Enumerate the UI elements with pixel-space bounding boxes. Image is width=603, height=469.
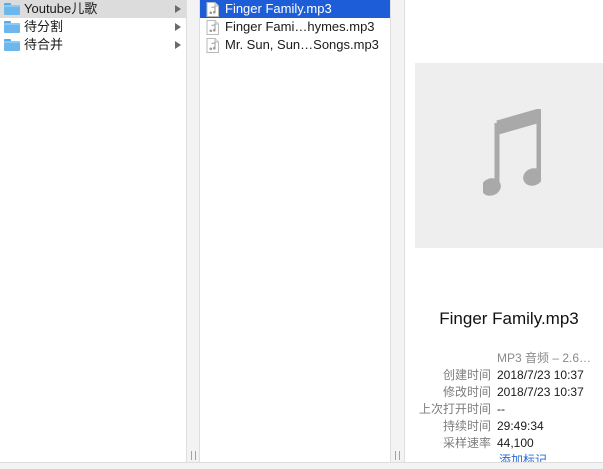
- chevron-right-icon: [173, 18, 183, 36]
- chevron-right-icon: [173, 0, 183, 18]
- finder-column-browser: Youtube儿歌 待分割 待合并 || Finger Family.mp3 F…: [0, 0, 603, 469]
- info-value: 2018/7/23 10:37: [497, 385, 584, 399]
- folder-item-split[interactable]: 待分割: [0, 18, 186, 36]
- info-row-modified: 修改时间 2018/7/23 10:37: [405, 384, 603, 401]
- info-row-duration: 持续时间 29:49:34: [405, 418, 603, 435]
- file-info: MP3 音频 – 2.6… 创建时间 2018/7/23 10:37 修改时间 …: [405, 350, 603, 463]
- file-item-mr-sun[interactable]: Mr. Sun, Sun…Songs.mp3: [200, 36, 390, 54]
- folder-icon: [4, 21, 20, 33]
- info-key: 上次打开时间: [418, 402, 491, 416]
- info-key: 采样速率: [442, 436, 491, 450]
- info-kind: MP3 音频 – 2.6…: [497, 351, 592, 365]
- folder-label: Youtube儿歌: [24, 1, 98, 16]
- resize-grip-icon: ||: [190, 451, 199, 461]
- audio-file-icon: [206, 1, 219, 17]
- info-key: 修改时间: [442, 385, 491, 399]
- column-resize-handle[interactable]: ||: [390, 0, 405, 463]
- file-label: Mr. Sun, Sun…Songs.mp3: [225, 37, 379, 52]
- folder-item-merge[interactable]: 待合并: [0, 36, 186, 54]
- horizontal-scrollbar[interactable]: [0, 462, 603, 469]
- preview-title: Finger Family.mp3: [439, 309, 579, 328]
- info-row-kind: MP3 音频 – 2.6…: [405, 350, 603, 367]
- music-note-icon: [483, 109, 541, 196]
- folder-icon: [4, 39, 20, 51]
- info-value: 29:49:34: [497, 419, 544, 433]
- info-value: 44,100: [497, 436, 534, 450]
- file-label: Finger Family.mp3: [225, 1, 332, 16]
- info-row-created: 创建时间 2018/7/23 10:37: [405, 367, 603, 384]
- folder-column: Youtube儿歌 待分割 待合并: [0, 0, 186, 463]
- chevron-right-icon: [173, 36, 183, 54]
- folder-icon: [4, 3, 20, 15]
- file-label: Finger Fami…hymes.mp3: [225, 19, 375, 34]
- folder-label: 待合并: [24, 37, 64, 52]
- file-item-finger-family[interactable]: Finger Family.mp3: [200, 0, 390, 18]
- folder-label: 待分割: [24, 19, 64, 34]
- resize-grip-icon: ||: [394, 451, 403, 461]
- column-resize-handle[interactable]: ||: [186, 0, 200, 463]
- info-value: --: [497, 402, 505, 416]
- audio-file-icon: [206, 37, 219, 53]
- file-column: Finger Family.mp3 Finger Fami…hymes.mp3 …: [200, 0, 390, 463]
- info-row-last-opened: 上次打开时间 --: [405, 401, 603, 418]
- info-row-sample-rate: 采样速率 44,100: [405, 435, 603, 452]
- preview-pane: Finger Family.mp3 MP3 音频 – 2.6… 创建时间 201…: [405, 0, 603, 463]
- info-key: 创建时间: [442, 368, 491, 382]
- folder-item-youtube[interactable]: Youtube儿歌: [0, 0, 186, 18]
- info-value: 2018/7/23 10:37: [497, 368, 584, 382]
- album-art-placeholder: [415, 63, 603, 248]
- audio-file-icon: [206, 19, 219, 35]
- info-key: 持续时间: [442, 419, 491, 433]
- file-item-finger-family-rhymes[interactable]: Finger Fami…hymes.mp3: [200, 18, 390, 36]
